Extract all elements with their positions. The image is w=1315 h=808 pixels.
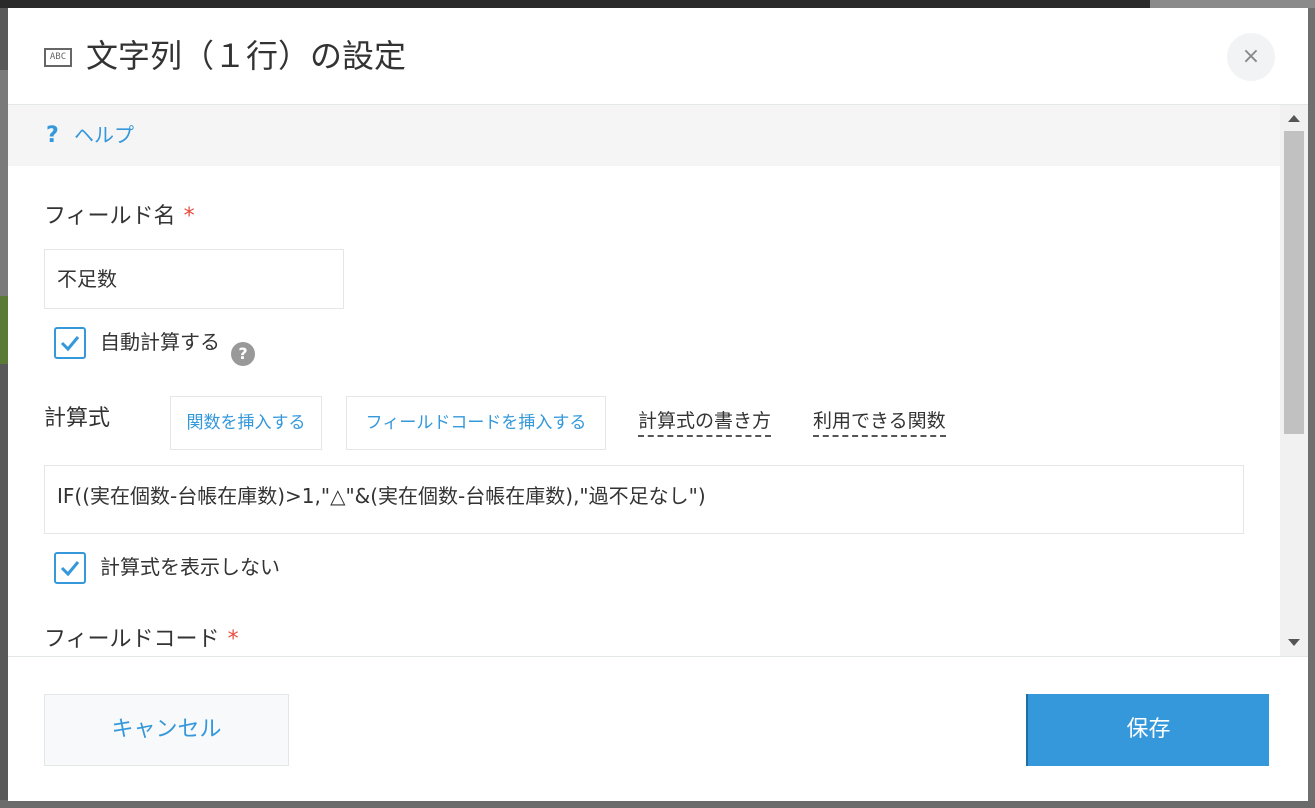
dialog-title: 文字列（１行）の設定 xyxy=(86,37,407,75)
checkmark-icon xyxy=(60,561,80,577)
background-bottom xyxy=(0,800,1315,808)
field-settings-dialog: ABC 文字列（１行）の設定 × ? ヘルプ フィールド名 * 不足数 自動計算す… xyxy=(8,8,1308,801)
hide-formula-checkbox[interactable] xyxy=(54,552,86,584)
background-top-bar xyxy=(0,0,1315,8)
text-field-icon: ABC xyxy=(44,48,72,67)
field-name-label: フィールド名 * xyxy=(44,202,195,232)
formula-input[interactable]: IF((実在個数-台帳在庫数)>1,"△"&(実在個数-台帳在庫数),"過不足な… xyxy=(44,465,1244,534)
required-mark: * xyxy=(227,627,239,652)
auto-calc-checkbox[interactable] xyxy=(54,327,86,359)
dialog-header: ABC 文字列（１行）の設定 × xyxy=(8,8,1308,104)
scroll-up-icon[interactable] xyxy=(1288,115,1300,122)
required-mark: * xyxy=(183,204,195,229)
formula-how-to-link[interactable]: 計算式の書き方 xyxy=(638,407,772,437)
checkmark-icon xyxy=(60,336,80,352)
dialog-body[interactable]: ? ヘルプ フィールド名 * 不足数 自動計算する ? 計算式 関数を挿入する フ… xyxy=(8,104,1308,657)
field-code-label: フィールドコード * xyxy=(44,625,239,655)
save-button[interactable]: 保存 xyxy=(1026,694,1269,766)
background-left-panel xyxy=(0,70,8,296)
field-name-label-text: フィールド名 xyxy=(44,204,176,229)
help-question-icon: ? xyxy=(46,123,59,148)
formula-label: 計算式 xyxy=(44,406,111,431)
hide-formula-label: 計算式を表示しない xyxy=(100,555,280,579)
help-link[interactable]: ヘルプ xyxy=(74,122,134,148)
auto-calc-help-icon[interactable]: ? xyxy=(231,342,255,366)
help-bar: ? ヘルプ xyxy=(8,105,1280,166)
close-icon: × xyxy=(1241,44,1261,69)
scroll-down-icon[interactable] xyxy=(1288,639,1300,646)
auto-calc-label: 自動計算する xyxy=(100,330,220,354)
field-code-label-text: フィールドコード xyxy=(44,627,220,652)
insert-field-code-button[interactable]: フィールドコードを挿入する xyxy=(346,396,606,450)
field-name-input[interactable]: 不足数 xyxy=(44,249,344,309)
background-right-top xyxy=(1150,0,1315,8)
available-functions-link[interactable]: 利用できる関数 xyxy=(813,407,946,437)
cancel-button[interactable]: キャンセル xyxy=(44,694,289,766)
insert-function-button[interactable]: 関数を挿入する xyxy=(170,396,322,450)
scroll-thumb[interactable] xyxy=(1284,131,1304,434)
vertical-scrollbar[interactable] xyxy=(1280,105,1308,657)
dialog-footer: キャンセル 保存 xyxy=(8,656,1308,801)
close-button[interactable]: × xyxy=(1227,33,1275,81)
background-left-accent xyxy=(0,296,8,364)
